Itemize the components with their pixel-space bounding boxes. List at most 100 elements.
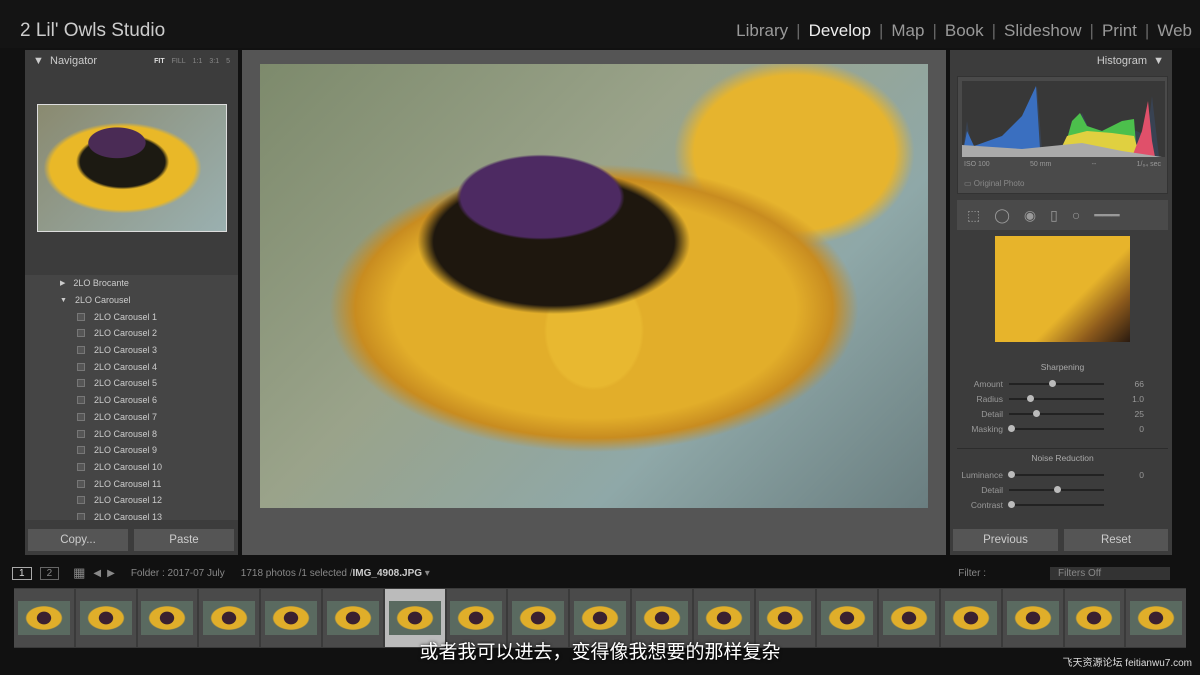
slider-value[interactable]: 66 [1104,379,1144,389]
collapse-triangle-icon[interactable]: ▼ [33,55,50,67]
filter-select[interactable]: Filters Off [1050,566,1170,580]
collection-item[interactable]: 2LO Carousel 5 [25,375,238,392]
zoom-3-1[interactable]: 3:1 [209,58,219,65]
collection-item[interactable]: ▼ 2LO Carousel [25,292,238,309]
collection-icon [77,512,85,520]
navigator-preview[interactable] [37,104,227,232]
collection-item[interactable]: 2LO Carousel 4 [25,358,238,375]
collection-item[interactable]: 2LO Carousel 6 [25,392,238,409]
module-print[interactable]: Print [1094,21,1145,41]
slider-thumb[interactable] [1026,394,1034,402]
collection-label: 2LO Carousel 11 [94,478,162,489]
watermark: 飞天资源论坛 feitianwu7.com [1062,658,1192,669]
graduated-filter-icon[interactable]: ▯ [1050,207,1058,224]
histogram-title: Histogram [1096,55,1147,67]
slider-track[interactable] [1007,500,1104,508]
collection-icon [77,346,85,355]
slider-thumb[interactable] [1007,500,1015,508]
view-1-button[interactable]: 1 [12,566,32,580]
slider-thumb[interactable] [1032,409,1040,417]
adjustment-brush-slider[interactable]: ━━━ [1094,207,1119,224]
collection-icon [77,462,85,471]
collection-label: 2LO Carousel 3 [94,345,158,356]
module-develop[interactable]: Develop [801,21,879,41]
slider-value[interactable]: 0 [1104,424,1144,434]
detail-preview[interactable] [995,236,1130,342]
collection-icon [77,312,85,321]
slider-row: Masking 0 [957,421,1168,436]
folder-label[interactable]: Folder : 2017-07 July [131,568,225,579]
reset-button[interactable]: Reset [1064,529,1168,551]
dropdown-icon[interactable]: ▾ [422,568,430,579]
collection-label: 2LO Carousel 10 [94,461,163,472]
top-bar: 2 Lil' Owls Studio Library | Develop | Map… [0,0,1200,48]
module-library[interactable]: Library [728,21,796,41]
forward-arrow-icon[interactable]: ▶ [107,568,115,579]
module-web[interactable]: Web [1149,21,1200,41]
noise-section: Noise Reduction Luminance 0 Detail Contrast [957,448,1168,512]
collection-item[interactable]: ▶ 2LO Brocante [25,275,238,292]
slider-track[interactable] [1009,379,1104,387]
view-2-button[interactable]: 2 [39,566,60,580]
histogram-header[interactable]: Histogram ▼ [950,50,1172,72]
paste-button[interactable]: Paste [134,529,234,551]
collection-icon [77,362,85,371]
checkbox-icon[interactable]: ▭ [964,179,972,188]
collection-label: 2LO Carousel 2 [94,328,158,339]
slider-label: Amount [973,378,1003,389]
module-book[interactable]: Book [937,21,992,41]
collection-item[interactable]: 2LO Carousel 1 [25,308,238,325]
collection-label: 2LO Carousel 7 [94,411,158,422]
zoom-fit[interactable]: FIT [154,58,165,65]
zoom-more[interactable]: 5 [226,58,230,65]
slider-thumb[interactable] [1007,470,1015,478]
slider-value[interactable]: 25 [1104,409,1144,419]
previous-button[interactable]: Previous [953,529,1058,551]
collection-item[interactable]: 2LO Carousel 3 [25,342,238,359]
collection-item[interactable]: 2LO Carousel 2 [25,325,238,342]
main-photo[interactable] [260,64,928,508]
slider-value[interactable]: 1.0 [1104,394,1144,404]
radial-filter-icon[interactable]: ○ [1072,207,1080,223]
slider-track[interactable] [1007,424,1104,432]
collapse-triangle-icon[interactable]: ▼ [1153,55,1164,67]
navigator-header[interactable]: ▼ Navigator FIT FILL 1:1 3:1 5 [25,50,238,72]
tool-strip: ⬚ ◯ ◉ ▯ ○ ━━━ [957,200,1168,230]
slider-track[interactable] [1009,485,1104,493]
photo-count: 1718 photos /1 selected / [240,567,353,579]
image-view [242,50,946,555]
slider-value[interactable]: 0 [1104,470,1144,480]
slider-thumb[interactable] [1053,485,1061,493]
collection-icon [77,446,85,455]
slider-track[interactable] [1007,470,1104,478]
crop-tool-icon[interactable]: ⬚ [967,207,980,224]
spot-removal-icon[interactable]: ◯ [994,207,1010,224]
red-eye-icon[interactable]: ◉ [1024,207,1036,224]
slider-track[interactable] [1009,394,1104,402]
disclosure-triangle-icon[interactable]: ▼ [60,297,67,304]
module-slideshow[interactable]: Slideshow [996,21,1090,41]
filename[interactable]: IMG_4908.JPG [353,568,422,579]
grid-icon[interactable]: ▦ [73,565,85,581]
back-arrow-icon[interactable]: ◀ [93,568,101,579]
collection-item[interactable]: 2LO Carousel 8 [25,425,238,442]
slider-row: Contrast [957,497,1168,512]
slider-thumb[interactable] [1048,379,1056,387]
iso-info: ISO 100 [964,161,990,168]
collection-item[interactable]: 2LO Carousel 10 [25,459,238,476]
copy-button[interactable]: Copy... [28,529,128,551]
collection-item[interactable]: 2LO Carousel 13 [25,509,238,520]
slider-thumb[interactable] [1007,424,1015,432]
collection-item[interactable]: 2LO Carousel 12 [25,492,238,509]
collection-item[interactable]: 2LO Carousel 7 [25,409,238,426]
slider-label: Contrast [970,499,1003,510]
module-map[interactable]: Map [883,21,932,41]
slider-track[interactable] [1009,409,1104,417]
zoom-1-1[interactable]: 1:1 [193,58,203,65]
zoom-fill[interactable]: FILL [172,58,186,65]
disclosure-triangle-icon[interactable]: ▶ [60,279,65,287]
collection-item[interactable]: 2LO Carousel 11 [25,475,238,492]
collection-item[interactable]: 2LO Carousel 9 [25,442,238,459]
collection-icon [77,479,85,488]
focal-info: 50 mm [1029,161,1052,168]
